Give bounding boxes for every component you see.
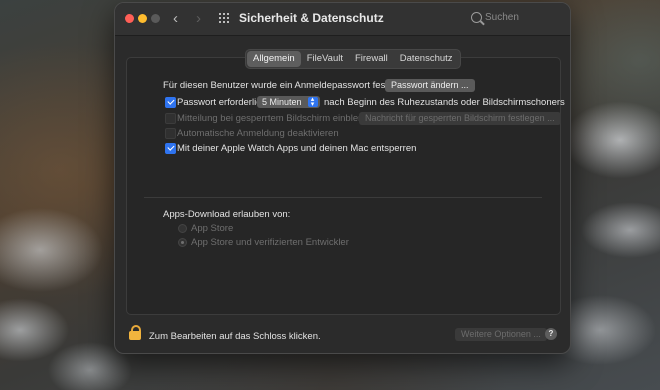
section-divider [144,197,542,198]
back-chevron-icon[interactable]: ‹ [173,9,178,29]
apple-watch-label: Mit deiner Apple Watch Apps und deinen M… [177,143,417,154]
search-icon [471,12,482,23]
tab-allgemein[interactable]: Allgemein [247,51,301,67]
search-field[interactable]: Suchen [467,11,557,27]
show-all-grid-icon[interactable] [219,13,231,25]
lock-icon[interactable] [129,325,141,341]
apps-download-heading: Apps-Download erlauben von: [163,209,291,220]
window-title: Sicherheit & Datenschutz [239,11,384,25]
select-arrows-icon: ▴ ▾ [307,96,318,108]
search-placeholder: Suchen [485,12,519,23]
login-password-text: Für diesen Benutzer wurde ein Anmeldepas… [163,80,414,91]
help-button[interactable]: ? [545,328,557,340]
tab-filevault[interactable]: FileVault [301,51,349,67]
radio-app-store-verified-label: App Store und verifizierten Entwickler [191,237,349,248]
tab-bar: Allgemein FileVault Firewall Datenschutz [245,49,461,69]
change-password-button[interactable]: Passwort ändern ... [385,79,475,92]
lock-message-checkbox[interactable] [165,113,176,124]
preferences-window: ‹ › Sicherheit & Datenschutz Suchen Allg… [114,2,571,354]
apple-watch-checkbox[interactable] [165,143,176,154]
title-bar: ‹ › Sicherheit & Datenschutz Suchen [115,3,570,36]
advanced-options-button[interactable]: Weitere Optionen ... [455,328,547,341]
require-password-checkbox[interactable] [165,97,176,108]
require-password-delay-select[interactable]: 5 Minuten ▴ ▾ [257,96,320,108]
delay-select-value: 5 Minuten [262,97,302,107]
lock-message-label: Mitteilung bei gesperrtem Bildschirm ein… [177,113,380,124]
require-password-label: Passwort erforderlich [177,97,267,108]
close-button[interactable] [125,14,134,23]
auto-login-label: Automatische Anmeldung deaktivieren [177,128,339,139]
minimize-button[interactable] [138,14,147,23]
radio-app-store-verified[interactable] [178,238,187,247]
tab-datenschutz[interactable]: Datenschutz [394,51,459,67]
require-password-suffix: nach Beginn des Ruhezustands oder Bildsc… [324,97,565,108]
tab-firewall[interactable]: Firewall [349,51,394,67]
radio-app-store-label: App Store [191,223,234,234]
forward-chevron-icon[interactable]: › [196,9,201,29]
radio-app-store[interactable] [178,224,187,233]
general-panel [126,57,561,315]
set-lock-message-button[interactable]: Nachricht für gesperrten Bildschirm fest… [359,112,561,125]
auto-login-checkbox[interactable] [165,128,176,139]
lock-hint-text: Zum Bearbeiten auf das Schloss klicken. [149,331,321,342]
zoom-button[interactable] [151,14,160,23]
